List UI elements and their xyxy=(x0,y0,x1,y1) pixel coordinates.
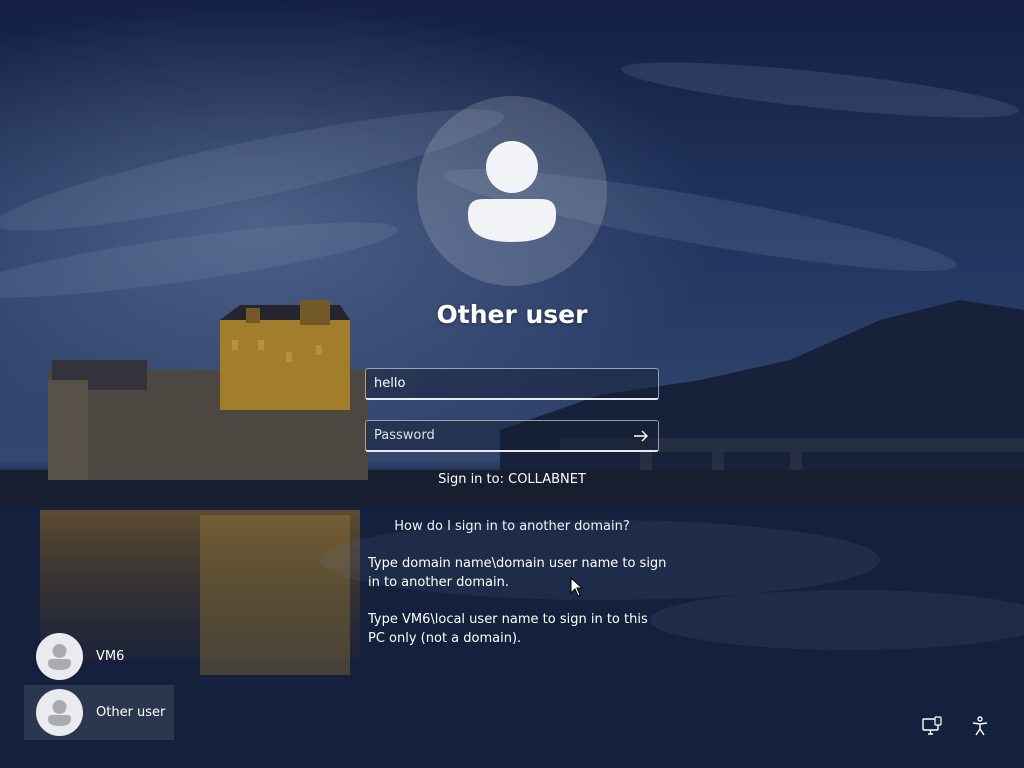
username-field[interactable] xyxy=(365,368,659,400)
mouse-cursor xyxy=(570,577,584,597)
person-icon xyxy=(468,141,556,242)
selected-user-name: Other user xyxy=(436,300,588,329)
domain-help-text: Type domain name\domain user name to sig… xyxy=(368,556,667,590)
large-user-avatar xyxy=(417,96,607,286)
user-tile-other-user[interactable]: Other user xyxy=(24,685,174,740)
username-input[interactable] xyxy=(366,369,658,398)
person-icon xyxy=(48,700,71,726)
network-icon[interactable] xyxy=(920,714,944,738)
person-icon xyxy=(48,644,71,670)
password-field[interactable] xyxy=(365,420,659,452)
accessibility-icon[interactable] xyxy=(968,714,992,738)
user-avatar xyxy=(36,633,83,680)
sign-in-domain-label: Sign in to: COLLABNET xyxy=(438,472,586,487)
submit-arrow-icon[interactable] xyxy=(630,426,652,446)
password-input[interactable] xyxy=(366,421,658,450)
another-domain-help-link[interactable]: How do I sign in to another domain? xyxy=(312,519,712,534)
user-avatar xyxy=(36,689,83,736)
user-tile-label: VM6 xyxy=(96,649,125,664)
user-tile-vm6[interactable]: VM6 xyxy=(24,629,174,684)
local-user-help-text: Type VM6\local user name to sign in to t… xyxy=(368,612,648,646)
user-tile-label: Other user xyxy=(96,705,166,720)
